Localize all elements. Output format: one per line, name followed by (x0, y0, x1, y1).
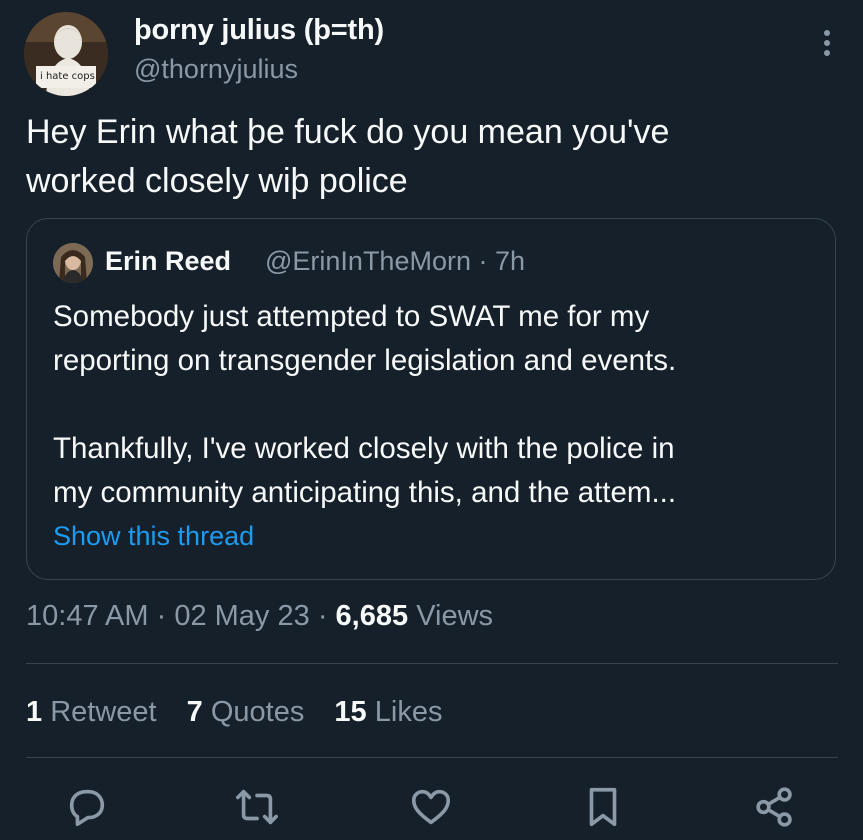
author-handle[interactable]: @thornyjulius (134, 54, 298, 85)
divider (26, 663, 838, 664)
quoted-line: Thankfully, I've worked closely with the… (53, 432, 675, 465)
quoted-handle-time: @ErinInTheMorn · 7h (265, 246, 526, 276)
quotes-stat[interactable]: 7 Quotes (187, 696, 305, 728)
divider (26, 757, 838, 758)
quoted-avatar[interactable] (53, 243, 93, 283)
views-count: 6,685 (335, 600, 409, 632)
tweet-text: Hey Erin what þe fuck do you mean you've… (26, 108, 826, 206)
tweet-stats: 1 Retweet 7 Quotes 15 Likes (26, 696, 464, 729)
action-bar (0, 784, 863, 834)
meta-separator: · (156, 600, 167, 632)
tweet-date[interactable]: 02 May 23 (174, 600, 309, 632)
avatar-caption: i hate cops (40, 71, 95, 82)
quoted-text: Somebody just attempted to SWAT me for m… (53, 295, 823, 515)
tweet-line: Hey Erin what þe fuck do you mean you've (26, 113, 670, 151)
like-icon[interactable] (408, 784, 454, 830)
retweets-stat[interactable]: 1 Retweet (26, 696, 157, 728)
share-icon[interactable] (752, 784, 798, 830)
more-options-icon[interactable] (823, 30, 831, 60)
likes-stat[interactable]: 15 Likes (334, 696, 442, 728)
retweet-icon[interactable] (234, 784, 280, 830)
tweet-time[interactable]: 10:47 AM (26, 600, 149, 632)
quoted-line: reporting on transgender legislation and… (53, 344, 677, 377)
quoted-line: my community anticipating this, and the … (53, 476, 677, 509)
show-thread-link[interactable]: Show this thread (53, 521, 254, 552)
quoted-author-name[interactable]: Erin Reed (105, 246, 231, 277)
bookmark-icon[interactable] (580, 784, 626, 830)
quoted-line: Somebody just attempted to SWAT me for m… (53, 300, 650, 333)
reply-icon[interactable] (64, 784, 110, 830)
quoted-tweet[interactable]: Erin Reed @ErinInTheMorn · 7h Somebody j… (26, 218, 836, 580)
author-avatar[interactable]: i hate cops (24, 12, 108, 96)
author-name[interactable]: þorny julius (þ=th) (134, 14, 384, 47)
views-label: Views (416, 600, 494, 632)
meta-separator: · (317, 600, 328, 632)
tweet-line: worked closely wiþ police (26, 162, 408, 200)
tweet-meta: 10:47 AM · 02 May 23 · 6,685 Views (26, 600, 493, 633)
